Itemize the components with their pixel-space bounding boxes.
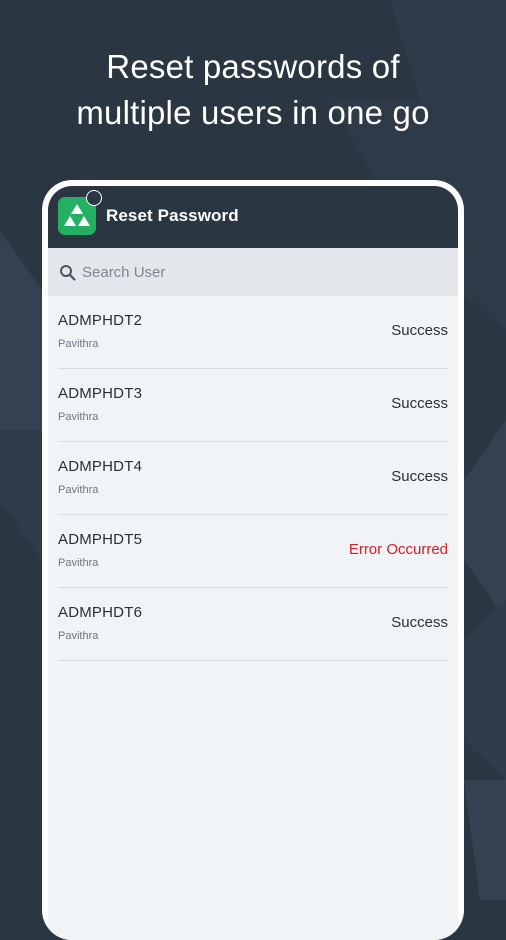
user-id: ADMPHDT2 [58, 312, 143, 329]
search-input[interactable] [82, 261, 442, 283]
user-name: Pavithra [58, 338, 99, 350]
user-name: Pavithra [58, 557, 99, 569]
headline-line-2: multiple users in one go [76, 94, 430, 131]
user-id: ADMPHDT3 [58, 385, 143, 402]
user-id: ADMPHDT6 [58, 604, 143, 621]
promo-headline: Reset passwords of multiple users in one… [0, 44, 506, 136]
headline-line-1: Reset passwords of [106, 48, 400, 85]
status-label: Success [391, 395, 448, 412]
search-icon [60, 265, 76, 281]
user-id: ADMPHDT4 [58, 458, 143, 475]
app-bar: Reset Password [48, 186, 458, 248]
status-label: Success [391, 614, 448, 631]
triangles-logo-icon [58, 190, 102, 235]
status-label: Success [391, 468, 448, 485]
list-item[interactable]: ADMPHDT4 Pavithra Success [58, 442, 448, 515]
user-name: Pavithra [58, 630, 99, 642]
user-id: ADMPHDT5 [58, 531, 143, 548]
status-label: Success [391, 322, 448, 339]
list-item[interactable]: ADMPHDT6 Pavithra Success [58, 588, 448, 661]
user-name: Pavithra [58, 411, 99, 423]
list-item[interactable]: ADMPHDT2 Pavithra Success [58, 296, 448, 369]
page-title: Reset Password [106, 206, 239, 225]
list-item[interactable]: ADMPHDT3 Pavithra Success [58, 369, 448, 442]
logo-badge-icon [86, 190, 102, 206]
search-bar [48, 248, 458, 296]
user-name: Pavithra [58, 484, 99, 496]
list-item[interactable]: ADMPHDT5 Pavithra Error Occurred [58, 515, 448, 588]
status-label-error: Error Occurred [348, 541, 448, 558]
phone-frame: Reset Password ADMPHDT2 Pavithra Success… [42, 180, 464, 940]
user-list: ADMPHDT2 Pavithra Success ADMPHDT3 Pavit… [48, 296, 458, 661]
app-screen: Reset Password ADMPHDT2 Pavithra Success… [48, 186, 458, 940]
